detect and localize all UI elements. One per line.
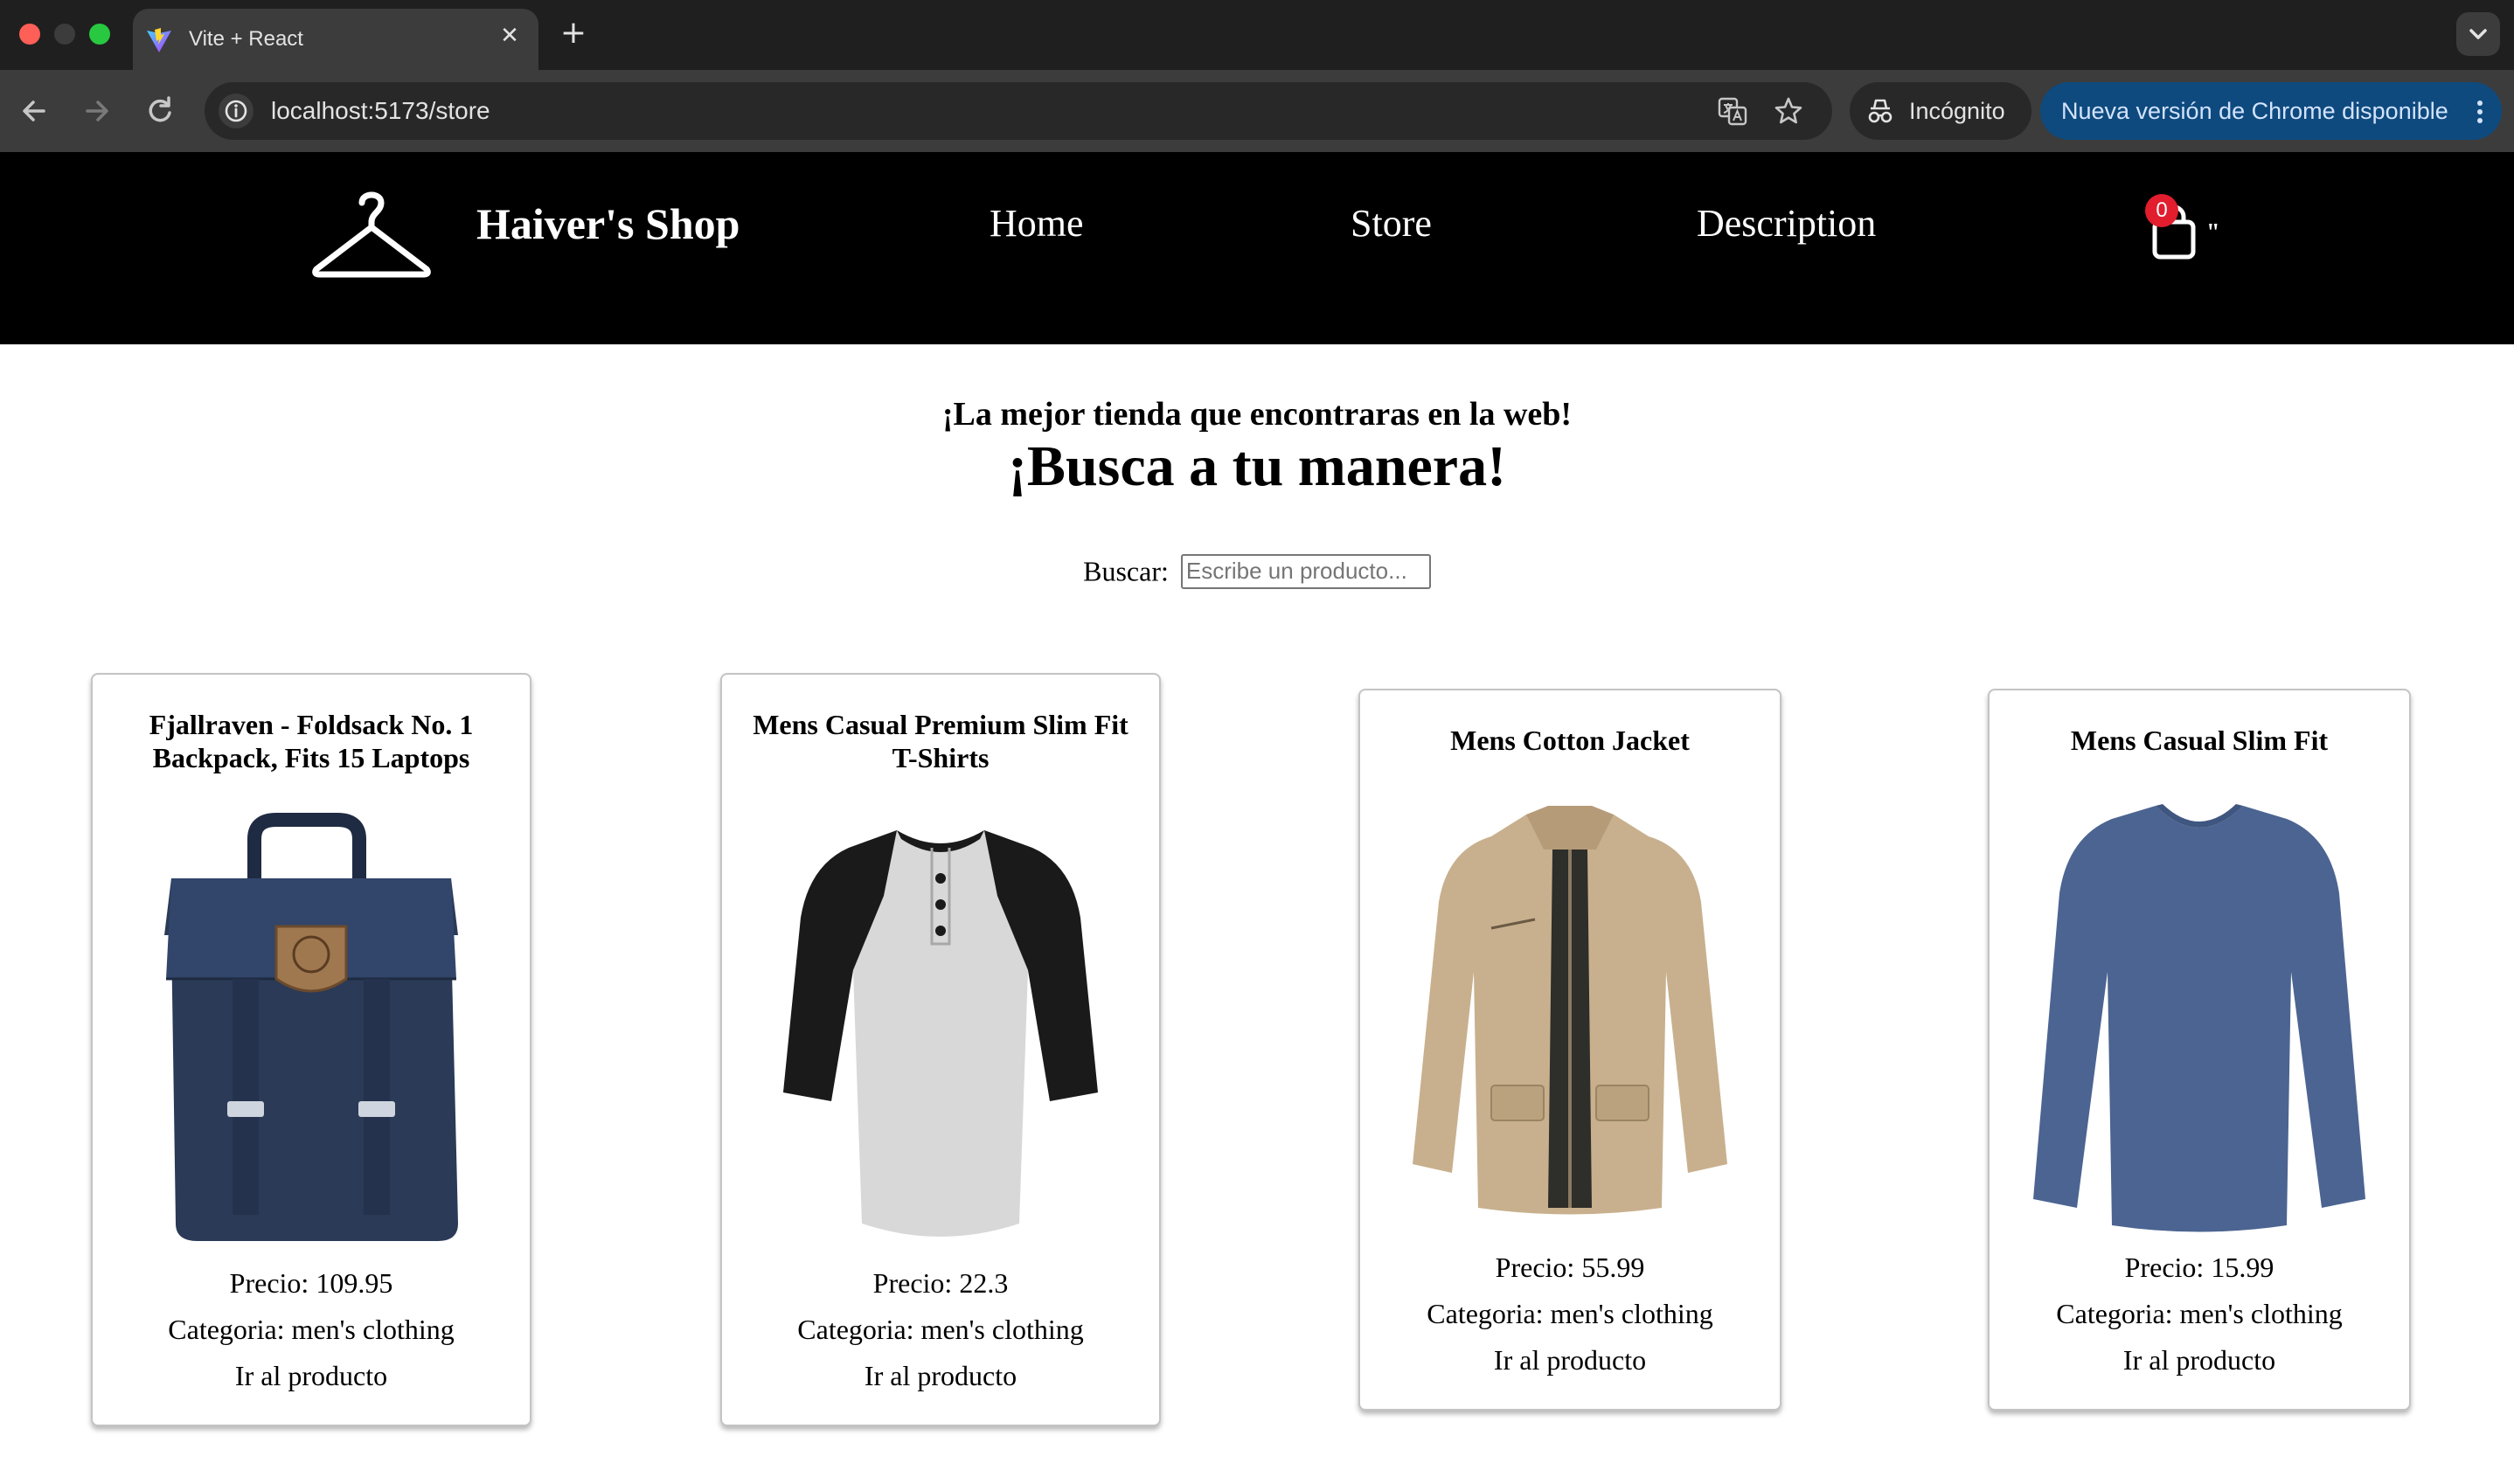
product-title: Mens Cotton Jacket	[1450, 725, 1690, 756]
chevron-down-icon	[2469, 29, 2487, 39]
product-category: Categoria: men's clothing	[2056, 1298, 2343, 1329]
new-tab-button[interactable]: +	[556, 16, 591, 51]
cart-button[interactable]: 0	[2145, 194, 2206, 260]
kebab-menu-icon[interactable]	[2476, 99, 2484, 125]
back-arrow-icon[interactable]	[12, 89, 56, 133]
product-link[interactable]: Ir al producto	[1360, 1342, 1780, 1377]
brand-name[interactable]: Haiver's Shop	[476, 198, 740, 250]
page-title: ¡Busca a tu manera!	[1007, 434, 1507, 498]
chrome-update-button[interactable]: Nueva versión de Chrome disponible	[2040, 82, 2502, 140]
product-link[interactable]: Ir al producto	[1990, 1342, 2409, 1377]
incognito-indicator[interactable]: Incógnito	[1850, 82, 2031, 140]
browser-toolbar: localhost:5173/store Incógnito Nueva ver…	[0, 70, 2514, 152]
product-link[interactable]: Ir al producto	[93, 1358, 530, 1393]
hero-subtitle: ¡La mejor tienda que encontraras en la w…	[941, 396, 1573, 433]
hanger-logo-icon	[312, 191, 431, 278]
product-card[interactable]: Mens Casual Slim Fit Precio: 15.99 Categ…	[1988, 689, 2411, 1411]
product-title: Mens Casual Premium Slim Fit T-Shirts	[753, 709, 1129, 773]
product-price: Precio: 22.3	[872, 1267, 1009, 1299]
window-close-button[interactable]	[19, 24, 40, 45]
bookmark-star-icon[interactable]	[1773, 95, 1804, 127]
incognito-icon	[1868, 99, 1892, 123]
product-card[interactable]: Mens Cotton Jacket Precio: 55.99 Categor…	[1358, 689, 1781, 1411]
search-input[interactable]	[1180, 553, 1431, 589]
nav-link-store[interactable]: Store	[1351, 198, 1432, 250]
cart-count-badge: 0	[2145, 194, 2178, 227]
incognito-label: Incógnito	[1909, 98, 2005, 124]
raglan-shirt-image	[783, 830, 1098, 1237]
product-price: Precio: 109.95	[229, 1267, 393, 1299]
tab-search-button[interactable]	[2456, 12, 2500, 56]
browser-tab-active[interactable]: Vite + React ✕	[133, 9, 538, 70]
product-card[interactable]: Mens Casual Premium Slim Fit T-Shirts Pr…	[720, 673, 1161, 1426]
forward-arrow-icon[interactable]	[75, 89, 119, 133]
vite-logo-icon	[147, 28, 171, 52]
url-text[interactable]: localhost:5173/store	[271, 82, 490, 140]
product-category: Categoria: men's clothing	[168, 1314, 455, 1345]
address-bar[interactable]: localhost:5173/store	[205, 82, 1832, 140]
tab-title: Vite + React	[189, 27, 303, 51]
chrome-update-label: Nueva versión de Chrome disponible	[2061, 98, 2448, 124]
long-sleeve-shirt-image	[2033, 804, 2365, 1232]
info-icon	[225, 100, 247, 122]
product-link[interactable]: Ir al producto	[722, 1358, 1159, 1393]
site-info-button[interactable]	[219, 94, 253, 128]
backpack-image	[164, 813, 458, 1241]
product-price: Precio: 55.99	[1495, 1252, 1645, 1283]
product-price: Precio: 15.99	[2124, 1252, 2274, 1283]
product-title: Mens Casual Slim Fit	[2070, 725, 2329, 756]
reload-icon[interactable]	[138, 89, 182, 133]
product-category: Categoria: men's clothing	[797, 1314, 1084, 1345]
product-title: Fjallraven - Foldsack No. 1 Backpack, Fi…	[149, 709, 474, 773]
product-card[interactable]: Fjallraven - Foldsack No. 1 Backpack, Fi…	[91, 673, 531, 1426]
product-category: Categoria: men's clothing	[1427, 1298, 1713, 1329]
window-minimize-button[interactable]	[54, 24, 75, 45]
translate-icon[interactable]	[1717, 95, 1748, 127]
search-label: Buscar:	[1083, 555, 1169, 587]
site-header: Haiver's Shop Home Store Description 0 "	[0, 152, 2514, 344]
browser-tab-strip: Vite + React ✕ +	[0, 0, 2514, 70]
search-row: Buscar:	[0, 549, 2514, 591]
nav-link-description[interactable]: Description	[1697, 198, 1876, 250]
tab-close-icon[interactable]: ✕	[495, 21, 524, 51]
jacket-image	[1413, 806, 1727, 1215]
window-zoom-button[interactable]	[89, 24, 110, 45]
nav-link-home[interactable]: Home	[990, 198, 1084, 250]
cart-trailing-text: "	[2206, 219, 2220, 246]
